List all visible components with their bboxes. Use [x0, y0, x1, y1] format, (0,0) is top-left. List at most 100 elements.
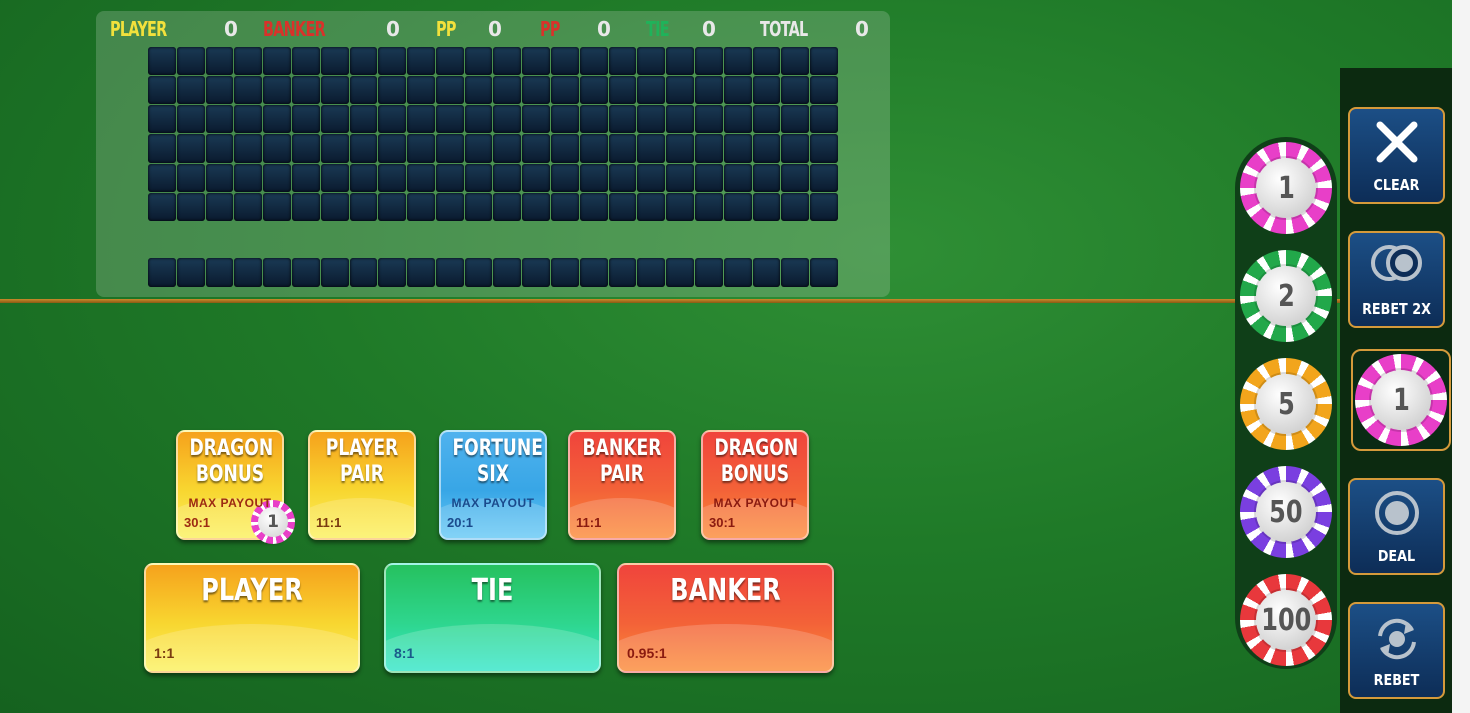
road-cell: [148, 163, 176, 192]
rebet-icon: [1377, 618, 1416, 660]
road-cell: [234, 192, 263, 221]
road-cell: [205, 105, 234, 134]
selected-chip-display[interactable]: 1: [1351, 349, 1451, 451]
bet-dragon-bonus-banker[interactable]: DRAGON BONUS MAX PAYOUT 30:1: [701, 430, 809, 540]
road-cell: [637, 258, 666, 287]
chip-face: 5: [1256, 374, 1316, 434]
road-cell: [176, 105, 205, 134]
road-cell: [320, 192, 349, 221]
chip-2[interactable]: 2: [1240, 250, 1332, 342]
chip-50[interactable]: 50: [1240, 466, 1332, 558]
bet-odds: 8:1: [394, 645, 415, 661]
road-cell: [435, 134, 464, 163]
road-cell: [349, 192, 378, 221]
road-cell: [551, 258, 579, 287]
road-cell: [320, 163, 349, 192]
road-cell: [695, 258, 723, 287]
road-cell: [234, 105, 263, 134]
road-cell: [522, 192, 551, 221]
table-divider: [0, 299, 1340, 303]
bet-fortune-six[interactable]: FORTUNE SIX MAX PAYOUT 20:1: [439, 430, 547, 540]
road-cell: [579, 192, 608, 221]
chip-value: 100: [1260, 602, 1312, 638]
deal-button[interactable]: DEAL: [1348, 478, 1445, 575]
max-payout-label: MAX PAYOUT: [451, 496, 535, 510]
road-cell: [695, 134, 723, 163]
road-cell: [291, 76, 320, 105]
road-cell: [435, 192, 464, 221]
road-cell: [608, 163, 637, 192]
road-cell: [723, 163, 752, 192]
road-cell: [723, 76, 752, 105]
chip-face: 1: [1256, 158, 1316, 218]
road-cell: [579, 134, 608, 163]
bet-odds: 1:1: [154, 645, 175, 661]
bet-player-pair[interactable]: PLAYER PAIR 11:1: [308, 430, 416, 540]
road-cell: [666, 134, 695, 163]
placed-chip-face: 1: [258, 507, 288, 537]
road-cell: [551, 134, 579, 163]
road-cell: [723, 134, 752, 163]
road-cell: [637, 134, 666, 163]
road-cell: [205, 192, 234, 221]
road-cell: [781, 192, 810, 221]
road-cell: [637, 76, 666, 105]
road-cell: [234, 47, 263, 76]
window-edge: [1452, 0, 1470, 713]
road-cell: [493, 258, 522, 287]
road-cell: [176, 192, 205, 221]
road-cell: [407, 163, 435, 192]
road-cell: [176, 47, 205, 76]
road-cell: [781, 163, 810, 192]
road-cell: [579, 163, 608, 192]
double-chip-icon: [1370, 245, 1422, 281]
rebet-2x-button[interactable]: REBET 2X: [1348, 231, 1445, 328]
road-cell: [551, 47, 579, 76]
road-cell: [781, 76, 810, 105]
player-count: 0: [224, 17, 238, 41]
bet-banker-pair[interactable]: BANKER PAIR 11:1: [568, 430, 676, 540]
road-cell: [695, 163, 723, 192]
chip-value: 50: [1269, 494, 1303, 530]
bet-name: PLAYER: [201, 573, 303, 608]
road-cell: [349, 76, 378, 105]
max-payout-label: MAX PAYOUT: [713, 496, 797, 510]
bead-road: [148, 47, 838, 221]
road-cell: [810, 76, 838, 105]
road-cell: [148, 47, 176, 76]
chip-5[interactable]: 5: [1240, 358, 1332, 450]
road-cell: [176, 76, 205, 105]
road-cell: [579, 105, 608, 134]
chip-100[interactable]: 100: [1240, 574, 1332, 666]
rebet-button[interactable]: REBET: [1348, 602, 1445, 699]
road-cell: [810, 105, 838, 134]
deal-label: DEAL: [1377, 547, 1416, 565]
road-cell: [695, 47, 723, 76]
road-cell: [263, 76, 291, 105]
clear-button[interactable]: CLEAR: [1348, 107, 1445, 204]
road-cell: [407, 258, 435, 287]
road-cell: [464, 105, 493, 134]
banker-count: 0: [386, 17, 400, 41]
road-cell: [176, 134, 205, 163]
road-cell: [291, 105, 320, 134]
road-cell: [666, 163, 695, 192]
chip-1[interactable]: 1: [1240, 142, 1332, 234]
road-cell: [666, 76, 695, 105]
road-cell: [522, 258, 551, 287]
road-cell: [205, 47, 234, 76]
road-cell: [320, 105, 349, 134]
road-cell: [234, 134, 263, 163]
road-cell: [464, 258, 493, 287]
road-cell: [148, 105, 176, 134]
road-cell: [407, 76, 435, 105]
road-cell: [407, 105, 435, 134]
bet-player[interactable]: PLAYER 1:1: [144, 563, 360, 673]
selected-chip-value: 1: [1392, 382, 1410, 418]
road-cell: [723, 105, 752, 134]
bet-tie[interactable]: TIE 8:1: [384, 563, 601, 673]
road-cell: [781, 134, 810, 163]
bet-banker[interactable]: BANKER 0.95:1: [617, 563, 834, 673]
road-cell: [637, 105, 666, 134]
road-cell: [407, 192, 435, 221]
